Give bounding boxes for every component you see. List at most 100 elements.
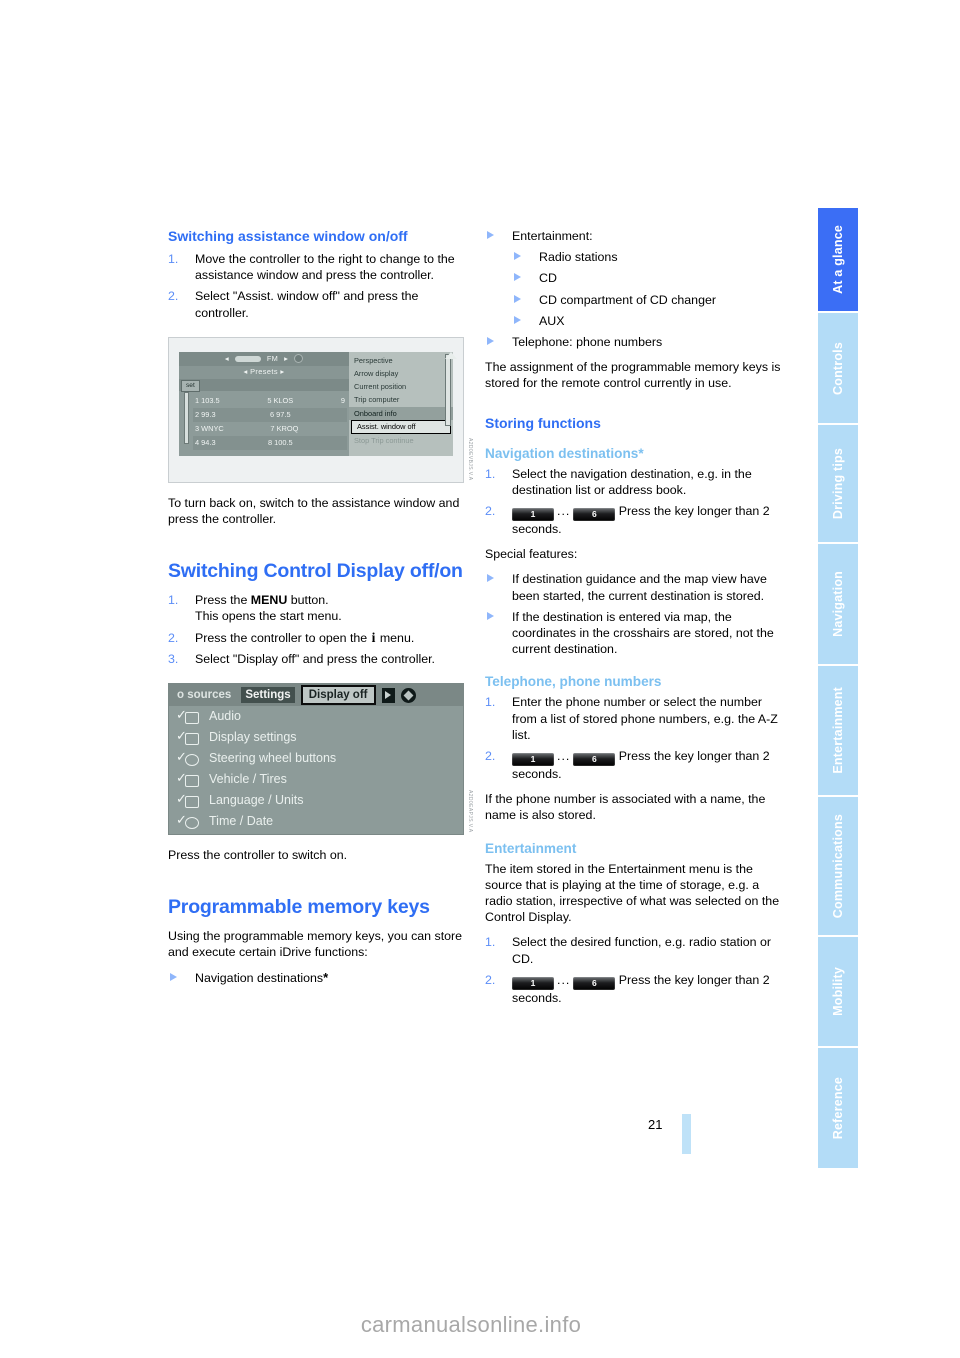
settings-item-time-date[interactable]: Time / Date <box>169 811 463 832</box>
caret-left-icon: ◂ <box>224 353 229 363</box>
memory-key-6-icon[interactable]: 6 <box>573 976 616 990</box>
sidebar-tab-controls[interactable]: Controls <box>818 312 858 424</box>
triangle-bullet-icon <box>487 611 494 620</box>
sidebar-tab-mobility[interactable]: Mobility <box>818 936 858 1046</box>
settings-item-label: Audio <box>209 709 241 724</box>
memory-key-1-icon[interactable]: 1 <box>512 976 554 990</box>
step-text: Select "Display off" and press the contr… <box>195 651 435 666</box>
step-text-before: Press the <box>195 593 251 608</box>
radio-knob-icon <box>294 354 304 364</box>
memory-key-6-icon[interactable]: 6 <box>573 508 616 522</box>
settings-item-steering-wheel-buttons[interactable]: Steering wheel buttons <box>169 748 463 769</box>
header-tab-settings[interactable]: Settings <box>241 686 295 704</box>
settings-item-audio[interactable]: Audio <box>169 706 463 727</box>
menu-button-label: MENU <box>250 593 288 608</box>
step-number: 2. <box>168 289 179 304</box>
menu-item-current-position[interactable]: Current position <box>349 380 453 393</box>
heading-switching-assistance-window: Switching assistance window on/off <box>168 228 408 244</box>
settings-item-vehicle-tires[interactable]: Vehicle / Tires <box>169 769 463 790</box>
next-arrow-icon[interactable] <box>381 687 395 703</box>
page-marker-bar <box>682 1114 691 1154</box>
menu-item-stop-trip-continue[interactable]: Stop Trip continue <box>349 434 453 447</box>
band-pill-icon <box>234 355 261 362</box>
list-item-label: CD <box>539 271 557 286</box>
settings-item-label: Time / Date <box>209 814 274 829</box>
triangle-bullet-icon <box>514 315 521 324</box>
step-text: Enter the phone number or select the num… <box>512 695 778 742</box>
settings-item-language-units[interactable]: Language / Units <box>169 790 463 811</box>
sidebar-tab-at-a-glance[interactable]: At a glance <box>818 208 858 311</box>
station-row[interactable]: 2 99.3 6 97.5 <box>193 407 347 422</box>
step-item: 2. Select "Assist. window off" and press… <box>168 288 464 320</box>
menu-item-assist-window-off[interactable]: Assist. window off <box>351 419 451 434</box>
sidebar-tab-reference[interactable]: Reference <box>818 1047 858 1168</box>
sidebar-tab-communications[interactable]: Communications <box>818 796 858 935</box>
chapter-tab-rail: At a glance Controls Driving tips Naviga… <box>818 208 858 1170</box>
step-number: 1. <box>168 252 179 266</box>
list-item-label: Navigation destinations <box>195 970 324 985</box>
idrive-radio-screen: ◂ FM ▸ ◂ Presets ▸ set 1 103.5 5 KLOS 9 … <box>179 351 457 456</box>
flag-icon <box>176 791 199 808</box>
header-tab-display-off[interactable]: Display off <box>300 684 376 706</box>
idrive-settings-header: o sources Settings Display off <box>169 684 463 707</box>
settings-item-display-settings[interactable]: Display settings <box>169 727 463 748</box>
menu-item-perspective[interactable]: Perspective <box>349 354 453 367</box>
right-column: Entertainment: Radio stations CD CD comp… <box>485 228 781 1015</box>
scrollbar[interactable] <box>445 351 457 426</box>
station-row[interactable]: 3 WNYC 7 KROQ <box>193 422 347 436</box>
display-icon <box>176 728 199 745</box>
steps-telephone: 1. Enter the phone number or select the … <box>485 694 781 782</box>
list-item-label: Radio stations <box>539 250 618 265</box>
paragraph-press-controller-switch-on: Press the controller to switch on. <box>168 848 348 863</box>
paragraph-turn-back-on: To turn back on, switch to the assistanc… <box>168 495 460 527</box>
idrive-set-row: set <box>179 378 349 392</box>
car-icon <box>176 770 199 787</box>
step-number: 2. <box>485 972 496 987</box>
triangle-bullet-icon <box>487 337 494 346</box>
step-item: 1. Select the desired function, e.g. rad… <box>485 934 781 966</box>
paragraph-telephone-note: If the phone number is associated with a… <box>485 792 766 823</box>
figure-assistance-window: ◂ FM ▸ ◂ Presets ▸ set 1 103.5 5 KLOS 9 … <box>168 336 473 483</box>
step-item: 2. Press the controller to open the i me… <box>168 630 464 646</box>
memory-key-1-icon[interactable]: 1 <box>512 508 554 522</box>
steps-switching-assistance-window: 1. Move the controller to the right to c… <box>168 251 464 321</box>
step-text-line2: This opens the start menu. <box>195 609 342 624</box>
sidebar-tab-label: Entertainment <box>831 687 845 774</box>
step-number: 1. <box>485 466 496 481</box>
triangle-bullet-icon <box>487 574 494 583</box>
page-number: 21 <box>648 1117 663 1132</box>
list-item-label: If the destination is entered via map, t… <box>512 609 774 657</box>
sidebar-tab-driving-tips[interactable]: Driving tips <box>818 425 858 542</box>
memory-key-6-icon[interactable]: 6 <box>573 753 616 767</box>
menu-item-onboard-info[interactable]: Onboard info <box>349 406 453 420</box>
controller-knob-icon[interactable] <box>400 687 416 703</box>
sidebar-tab-label: At a glance <box>831 224 845 294</box>
triangle-bullet-icon <box>487 231 494 239</box>
list-special-features: If destination guidance and the map view… <box>485 571 781 657</box>
heading-storing-functions: Storing functions <box>485 414 601 431</box>
list-item: Radio stations <box>512 249 781 265</box>
paragraph-entertainment-intro: The item stored in the Entertainment men… <box>485 861 780 925</box>
header-tab-sources[interactable]: o sources <box>173 687 235 703</box>
triangle-bullet-icon <box>514 273 521 282</box>
left-column: Switching assistance window on/off 1. Mo… <box>168 228 473 995</box>
ellipsis: ... <box>557 504 571 519</box>
clock-icon <box>176 812 199 829</box>
menu-item-trip-computer[interactable]: Trip computer <box>349 393 453 406</box>
station-row[interactable]: 4 94.3 8 100.5 <box>193 435 347 450</box>
steps-navigation-destinations: 1. Select the navigation destination, e.… <box>485 466 781 538</box>
memory-key-1-icon[interactable]: 1 <box>512 753 554 767</box>
menu-item-arrow-display[interactable]: Arrow display <box>349 367 453 380</box>
station-row[interactable]: 1 103.5 5 KLOS 9 <box>193 394 347 408</box>
list-memory-key-functions: Entertainment: Radio stations CD CD comp… <box>485 228 781 350</box>
manual-page: At a glance Controls Driving tips Naviga… <box>0 0 960 1358</box>
step-text-before: Press the controller to open the <box>195 630 371 645</box>
sidebar-tab-navigation[interactable]: Navigation <box>818 543 858 665</box>
step-text: Select the desired function, e.g. radio … <box>512 935 771 966</box>
step-number: 1. <box>485 935 496 950</box>
steps-switching-control-display: 1. Press the MENU button. This opens the… <box>168 592 464 667</box>
list-item: Entertainment: Radio stations CD CD comp… <box>485 228 781 329</box>
sidebar-tab-entertainment[interactable]: Entertainment <box>818 666 858 795</box>
figure-reference-code: A2D0EAPJS.V.A <box>467 790 473 834</box>
step-text: Select the navigation destination, e.g. … <box>512 466 752 497</box>
